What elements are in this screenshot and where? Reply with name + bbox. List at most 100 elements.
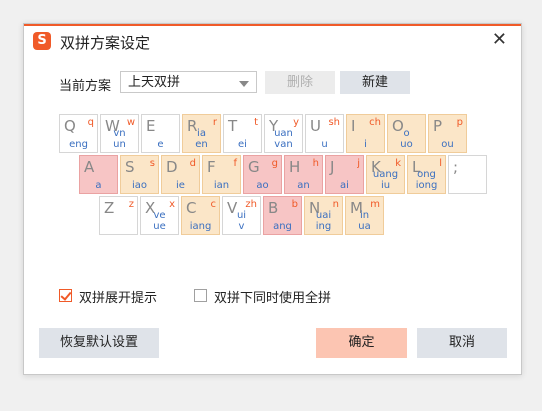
key-finals: o uo bbox=[400, 128, 413, 150]
key-letter: I bbox=[351, 117, 356, 135]
key-finals: uan van bbox=[274, 128, 293, 150]
key-initial: p bbox=[456, 117, 463, 128]
key-finals: an bbox=[297, 180, 310, 191]
key-initial: f bbox=[233, 158, 237, 169]
key-letter: G bbox=[248, 158, 260, 176]
key-initial: l bbox=[439, 158, 442, 169]
key-initial: y bbox=[293, 117, 299, 128]
key-finals: vn un bbox=[113, 128, 126, 150]
sogou-logo-icon: S bbox=[33, 32, 51, 50]
key-initial: b bbox=[291, 199, 298, 210]
key-letter: Q bbox=[64, 117, 76, 135]
key-r[interactable]: Rr ia en bbox=[182, 114, 221, 153]
key-n[interactable]: Nn uai ing bbox=[304, 196, 343, 235]
key-semicolon[interactable]: ; bbox=[448, 155, 487, 194]
key-finals: ie bbox=[176, 180, 185, 191]
restore-defaults-button[interactable]: 恢复默认设置 bbox=[39, 328, 159, 358]
key-finals: a bbox=[95, 180, 102, 191]
key-initial: g bbox=[271, 158, 278, 169]
key-letter: P bbox=[433, 117, 443, 135]
chevron-down-icon bbox=[239, 81, 249, 87]
new-scheme-button[interactable]: 新建 bbox=[340, 71, 410, 94]
key-initial: k bbox=[395, 158, 401, 169]
key-h[interactable]: Hh an bbox=[284, 155, 323, 194]
expand-hint-label[interactable]: 双拼展开提示 bbox=[79, 287, 157, 306]
key-finals: ou bbox=[441, 139, 454, 150]
key-initial: h bbox=[312, 158, 319, 169]
key-finals: iang bbox=[189, 221, 212, 232]
key-initial: sh bbox=[328, 117, 340, 128]
key-c[interactable]: Cc iang bbox=[181, 196, 220, 235]
key-letter: T bbox=[228, 117, 238, 135]
key-m[interactable]: Mm in ua bbox=[345, 196, 384, 235]
key-v[interactable]: Vzh ui v bbox=[222, 196, 261, 235]
key-initial: w bbox=[126, 117, 135, 128]
full-pinyin-checkbox[interactable] bbox=[194, 289, 207, 302]
key-g[interactable]: Gg ao bbox=[243, 155, 282, 194]
key-finals: iao bbox=[131, 180, 148, 191]
key-initial: d bbox=[189, 158, 196, 169]
key-s[interactable]: Ss iao bbox=[120, 155, 159, 194]
key-finals: eng bbox=[69, 139, 88, 150]
key-finals: ang bbox=[273, 221, 292, 232]
key-letter: J bbox=[330, 158, 335, 176]
key-finals: ong iong bbox=[415, 169, 438, 191]
key-p[interactable]: Pp ou bbox=[428, 114, 467, 153]
key-initial: t bbox=[254, 117, 258, 128]
cancel-button[interactable]: 取消 bbox=[417, 328, 507, 358]
key-x[interactable]: Xx ve ue bbox=[140, 196, 179, 235]
key-initial: m bbox=[370, 199, 380, 210]
key-finals: ao bbox=[256, 180, 269, 191]
key-letter: A bbox=[84, 158, 95, 176]
key-initial: q bbox=[87, 117, 94, 128]
key-t[interactable]: Tt ei bbox=[223, 114, 262, 153]
key-finals: uang iu bbox=[372, 169, 399, 191]
key-letter: F bbox=[207, 158, 216, 176]
current-scheme-label: 当前方案 bbox=[59, 79, 112, 94]
key-k[interactable]: Kk uang iu bbox=[366, 155, 405, 194]
key-finals: in ua bbox=[358, 210, 371, 232]
key-letter: B bbox=[268, 199, 279, 217]
key-finals: uai ing bbox=[315, 210, 332, 232]
key-finals: e bbox=[157, 139, 164, 150]
scheme-settings-dialog: S 双拼方案设定 ✕ 当前方案 上天双拼 删除 新建 Qq eng Ww vn un E… bbox=[23, 23, 522, 375]
key-f[interactable]: Ff ian bbox=[202, 155, 241, 194]
full-pinyin-label[interactable]: 双拼下同时使用全拼 bbox=[214, 287, 331, 306]
scheme-selected-value: 上天双拼 bbox=[128, 75, 181, 90]
key-letter: U bbox=[310, 117, 321, 135]
key-initial: n bbox=[332, 199, 339, 210]
key-initial: zh bbox=[245, 199, 257, 210]
key-w[interactable]: Ww vn un bbox=[100, 114, 139, 153]
key-j[interactable]: Jj ai bbox=[325, 155, 364, 194]
key-u[interactable]: Ush u bbox=[305, 114, 344, 153]
key-e[interactable]: Ee bbox=[141, 114, 180, 153]
ok-button[interactable]: 确定 bbox=[316, 328, 407, 358]
key-letter: H bbox=[289, 158, 301, 176]
key-d[interactable]: Dd ie bbox=[161, 155, 200, 194]
key-finals: ia en bbox=[195, 128, 208, 150]
key-letter: ; bbox=[453, 158, 459, 176]
delete-scheme-button[interactable]: 删除 bbox=[265, 71, 335, 94]
scheme-dropdown[interactable]: 上天双拼 bbox=[120, 71, 257, 93]
key-finals: ai bbox=[340, 180, 349, 191]
key-letter: Z bbox=[104, 199, 115, 217]
key-z[interactable]: Zz bbox=[99, 196, 138, 235]
key-finals: ian bbox=[213, 180, 230, 191]
key-y[interactable]: Yy uan van bbox=[264, 114, 303, 153]
key-i[interactable]: Ich i bbox=[346, 114, 385, 153]
key-letter: E bbox=[146, 117, 156, 135]
key-finals: u bbox=[321, 139, 328, 150]
close-icon[interactable]: ✕ bbox=[492, 31, 507, 49]
key-b[interactable]: Bb ang bbox=[263, 196, 302, 235]
key-finals: ei bbox=[238, 139, 247, 150]
key-finals: ve ue bbox=[153, 210, 166, 232]
key-o[interactable]: Oo uo bbox=[387, 114, 426, 153]
key-q[interactable]: Qq eng bbox=[59, 114, 98, 153]
key-l[interactable]: Ll ong iong bbox=[407, 155, 446, 194]
key-letter: C bbox=[186, 199, 197, 217]
key-initial: ch bbox=[369, 117, 381, 128]
key-initial: z bbox=[128, 199, 134, 210]
key-initial: c bbox=[210, 199, 217, 210]
expand-hint-checkbox[interactable] bbox=[59, 289, 72, 302]
key-a[interactable]: Aa bbox=[79, 155, 118, 194]
